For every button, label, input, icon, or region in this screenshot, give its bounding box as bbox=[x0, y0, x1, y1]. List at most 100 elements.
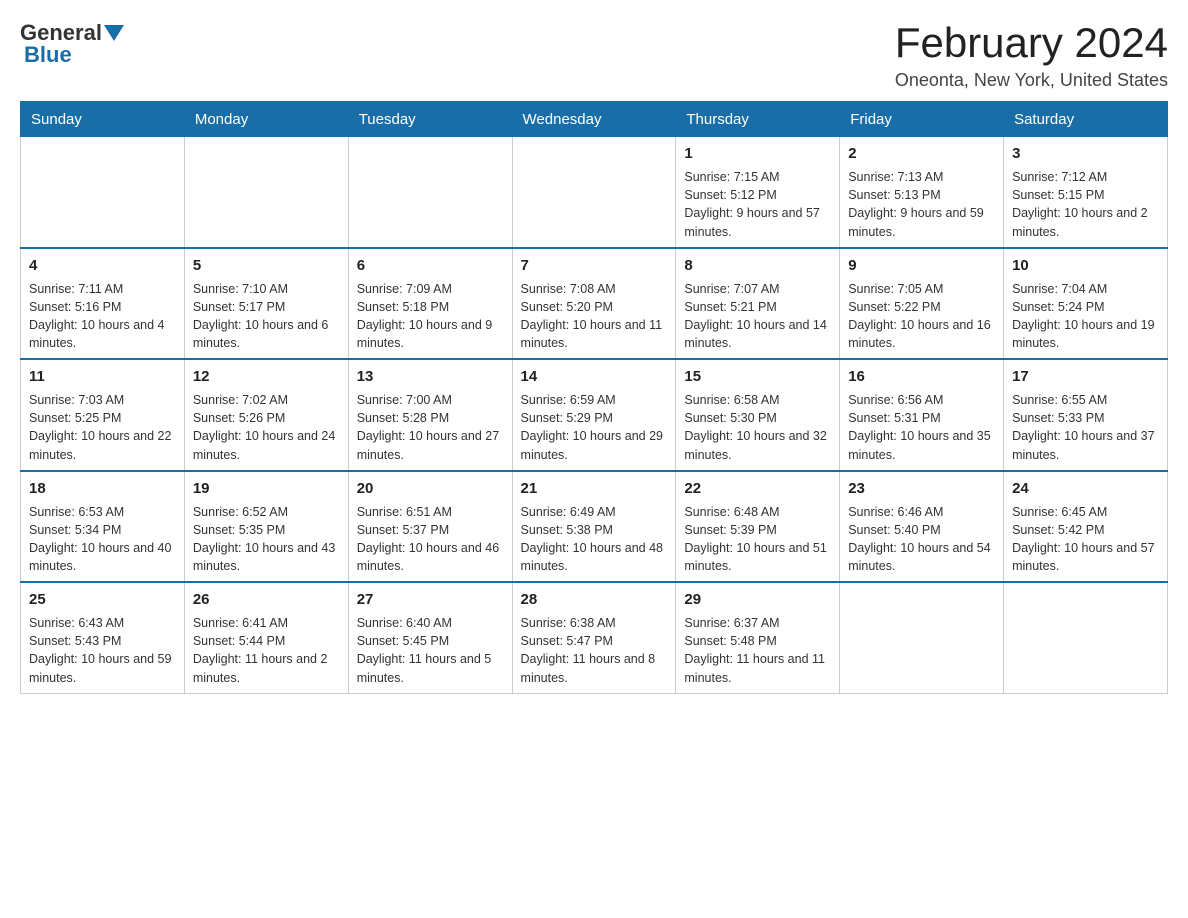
day-info: Sunrise: 7:07 AMSunset: 5:21 PMDaylight:… bbox=[684, 280, 831, 353]
day-info: Sunrise: 6:58 AMSunset: 5:30 PMDaylight:… bbox=[684, 391, 831, 464]
day-info: Sunrise: 7:10 AMSunset: 5:17 PMDaylight:… bbox=[193, 280, 340, 353]
title-section: February 2024 Oneonta, New York, United … bbox=[895, 20, 1168, 91]
calendar-week-row: 11 Sunrise: 7:03 AMSunset: 5:25 PMDayligh… bbox=[21, 359, 1168, 471]
month-title: February 2024 bbox=[895, 20, 1168, 66]
calendar-day-cell bbox=[184, 137, 348, 248]
day-number: 26 bbox=[193, 589, 340, 610]
calendar-day-cell: 28 Sunrise: 6:38 AMSunset: 5:47 PMDayligh… bbox=[512, 582, 676, 693]
day-info: Sunrise: 6:55 AMSunset: 5:33 PMDaylight:… bbox=[1012, 391, 1159, 464]
calendar-day-cell: 3Sunrise: 7:12 AMSunset: 5:15 PMDaylight… bbox=[1004, 137, 1168, 248]
day-number: 4 bbox=[29, 255, 176, 276]
day-info: Sunrise: 7:08 AMSunset: 5:20 PMDaylight:… bbox=[521, 280, 668, 353]
calendar-day-cell: 13 Sunrise: 7:00 AMSunset: 5:28 PMDayligh… bbox=[348, 359, 512, 471]
day-info: Sunrise: 7:02 AMSunset: 5:26 PMDaylight:… bbox=[193, 391, 340, 464]
calendar-day-cell: 4 Sunrise: 7:11 AMSunset: 5:16 PMDaylight… bbox=[21, 248, 185, 360]
day-number: 14 bbox=[521, 366, 668, 387]
page-header: General Blue February 2024 Oneonta, New … bbox=[20, 20, 1168, 91]
day-info: Sunrise: 6:51 AMSunset: 5:37 PMDaylight:… bbox=[357, 503, 504, 576]
day-info: Sunrise: 6:56 AMSunset: 5:31 PMDaylight:… bbox=[848, 391, 995, 464]
location-subtitle: Oneonta, New York, United States bbox=[895, 70, 1168, 91]
day-of-week-header: Saturday bbox=[1004, 102, 1168, 137]
day-number: 22 bbox=[684, 478, 831, 499]
day-number: 6 bbox=[357, 255, 504, 276]
day-info: Sunrise: 7:05 AMSunset: 5:22 PMDaylight:… bbox=[848, 280, 995, 353]
day-info: Sunrise: 6:53 AMSunset: 5:34 PMDaylight:… bbox=[29, 503, 176, 576]
day-number: 20 bbox=[357, 478, 504, 499]
calendar-day-cell: 10 Sunrise: 7:04 AMSunset: 5:24 PMDayligh… bbox=[1004, 248, 1168, 360]
day-info: Sunrise: 6:38 AMSunset: 5:47 PMDaylight:… bbox=[521, 614, 668, 687]
day-info: Sunrise: 6:37 AMSunset: 5:48 PMDaylight:… bbox=[684, 614, 831, 687]
day-number: 21 bbox=[521, 478, 668, 499]
day-number: 13 bbox=[357, 366, 504, 387]
day-info: Sunrise: 7:03 AMSunset: 5:25 PMDaylight:… bbox=[29, 391, 176, 464]
calendar-week-row: 25 Sunrise: 6:43 AMSunset: 5:43 PMDayligh… bbox=[21, 582, 1168, 693]
day-number: 9 bbox=[848, 255, 995, 276]
calendar-day-cell: 7 Sunrise: 7:08 AMSunset: 5:20 PMDaylight… bbox=[512, 248, 676, 360]
day-info: Sunrise: 7:11 AMSunset: 5:16 PMDaylight:… bbox=[29, 280, 176, 353]
calendar-day-cell: 6 Sunrise: 7:09 AMSunset: 5:18 PMDaylight… bbox=[348, 248, 512, 360]
day-of-week-header: Thursday bbox=[676, 102, 840, 137]
calendar-day-cell: 18 Sunrise: 6:53 AMSunset: 5:34 PMDayligh… bbox=[21, 471, 185, 583]
calendar-day-cell: 12Sunrise: 7:02 AMSunset: 5:26 PMDayligh… bbox=[184, 359, 348, 471]
calendar-day-cell: 25 Sunrise: 6:43 AMSunset: 5:43 PMDayligh… bbox=[21, 582, 185, 693]
day-number: 27 bbox=[357, 589, 504, 610]
day-number: 16 bbox=[848, 366, 995, 387]
calendar-day-cell: 2 Sunrise: 7:13 AMSunset: 5:13 PMDaylight… bbox=[840, 137, 1004, 248]
day-number: 24 bbox=[1012, 478, 1159, 499]
day-number: 10 bbox=[1012, 255, 1159, 276]
calendar-week-row: 4 Sunrise: 7:11 AMSunset: 5:16 PMDaylight… bbox=[21, 248, 1168, 360]
day-info: Sunrise: 7:09 AMSunset: 5:18 PMDaylight:… bbox=[357, 280, 504, 353]
day-number: 15 bbox=[684, 366, 831, 387]
day-of-week-header: Friday bbox=[840, 102, 1004, 137]
day-number: 7 bbox=[521, 255, 668, 276]
calendar-day-cell bbox=[348, 137, 512, 248]
calendar-day-cell: 22 Sunrise: 6:48 AMSunset: 5:39 PMDayligh… bbox=[676, 471, 840, 583]
day-info: Sunrise: 7:15 AMSunset: 5:12 PMDaylight:… bbox=[684, 168, 831, 241]
calendar-day-cell: 9 Sunrise: 7:05 AMSunset: 5:22 PMDaylight… bbox=[840, 248, 1004, 360]
day-number: 23 bbox=[848, 478, 995, 499]
calendar-day-cell: 19Sunrise: 6:52 AMSunset: 5:35 PMDayligh… bbox=[184, 471, 348, 583]
day-info: Sunrise: 6:46 AMSunset: 5:40 PMDaylight:… bbox=[848, 503, 995, 576]
day-number: 11 bbox=[29, 366, 176, 387]
day-of-week-header: Sunday bbox=[21, 102, 185, 137]
calendar-day-cell: 16 Sunrise: 6:56 AMSunset: 5:31 PMDayligh… bbox=[840, 359, 1004, 471]
calendar-day-cell: 21 Sunrise: 6:49 AMSunset: 5:38 PMDayligh… bbox=[512, 471, 676, 583]
calendar-day-cell: 24Sunrise: 6:45 AMSunset: 5:42 PMDayligh… bbox=[1004, 471, 1168, 583]
calendar-day-cell: 27 Sunrise: 6:40 AMSunset: 5:45 PMDayligh… bbox=[348, 582, 512, 693]
day-info: Sunrise: 6:52 AMSunset: 5:35 PMDaylight:… bbox=[193, 503, 340, 576]
day-info: Sunrise: 7:13 AMSunset: 5:13 PMDaylight:… bbox=[848, 168, 995, 241]
day-info: Sunrise: 7:04 AMSunset: 5:24 PMDaylight:… bbox=[1012, 280, 1159, 353]
logo-arrow-icon bbox=[104, 25, 124, 41]
day-info: Sunrise: 7:12 AMSunset: 5:15 PMDaylight:… bbox=[1012, 168, 1159, 241]
day-number: 5 bbox=[193, 255, 340, 276]
day-info: Sunrise: 7:00 AMSunset: 5:28 PMDaylight:… bbox=[357, 391, 504, 464]
day-number: 17 bbox=[1012, 366, 1159, 387]
calendar-table: SundayMondayTuesdayWednesdayThursdayFrid… bbox=[20, 101, 1168, 694]
calendar-day-cell bbox=[21, 137, 185, 248]
calendar-day-cell: 23 Sunrise: 6:46 AMSunset: 5:40 PMDayligh… bbox=[840, 471, 1004, 583]
calendar-day-cell bbox=[512, 137, 676, 248]
logo-blue: Blue bbox=[24, 42, 72, 68]
day-info: Sunrise: 6:40 AMSunset: 5:45 PMDaylight:… bbox=[357, 614, 504, 687]
day-number: 18 bbox=[29, 478, 176, 499]
calendar-day-cell: 11 Sunrise: 7:03 AMSunset: 5:25 PMDayligh… bbox=[21, 359, 185, 471]
day-info: Sunrise: 6:41 AMSunset: 5:44 PMDaylight:… bbox=[193, 614, 340, 687]
day-number: 29 bbox=[684, 589, 831, 610]
calendar-day-cell: 29 Sunrise: 6:37 AMSunset: 5:48 PMDayligh… bbox=[676, 582, 840, 693]
calendar-day-cell: 26 Sunrise: 6:41 AMSunset: 5:44 PMDayligh… bbox=[184, 582, 348, 693]
day-info: Sunrise: 6:49 AMSunset: 5:38 PMDaylight:… bbox=[521, 503, 668, 576]
day-of-week-header: Tuesday bbox=[348, 102, 512, 137]
day-of-week-header: Wednesday bbox=[512, 102, 676, 137]
calendar-week-row: 18 Sunrise: 6:53 AMSunset: 5:34 PMDayligh… bbox=[21, 471, 1168, 583]
day-number: 25 bbox=[29, 589, 176, 610]
day-number: 28 bbox=[521, 589, 668, 610]
calendar-day-cell: 1 Sunrise: 7:15 AMSunset: 5:12 PMDaylight… bbox=[676, 137, 840, 248]
day-number: 1 bbox=[684, 143, 831, 164]
logo: General Blue bbox=[20, 20, 126, 68]
day-number: 2 bbox=[848, 143, 995, 164]
day-info: Sunrise: 6:48 AMSunset: 5:39 PMDaylight:… bbox=[684, 503, 831, 576]
day-number: 8 bbox=[684, 255, 831, 276]
day-info: Sunrise: 6:43 AMSunset: 5:43 PMDaylight:… bbox=[29, 614, 176, 687]
calendar-day-cell: 8 Sunrise: 7:07 AMSunset: 5:21 PMDaylight… bbox=[676, 248, 840, 360]
day-of-week-header: Monday bbox=[184, 102, 348, 137]
